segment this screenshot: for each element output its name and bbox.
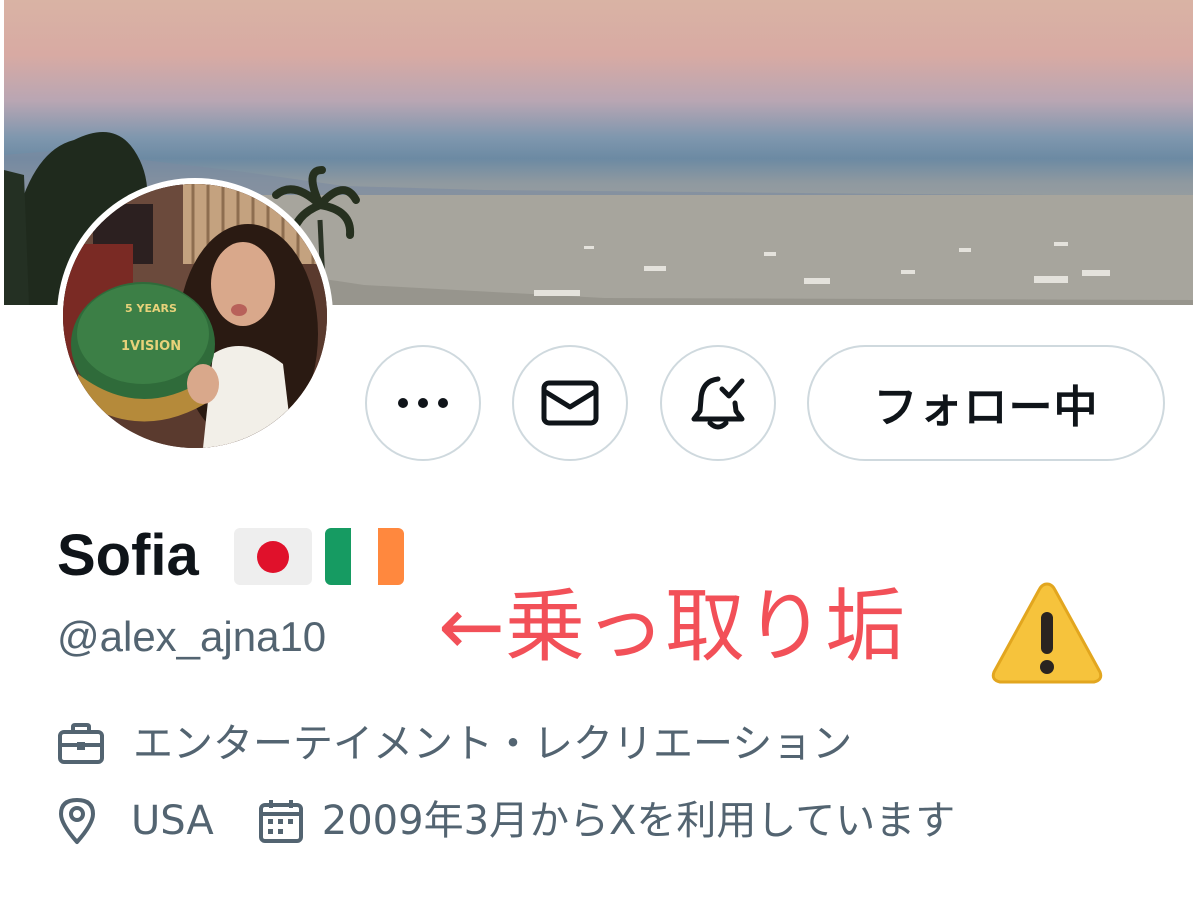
svg-text:1VISION: 1VISION <box>121 339 181 354</box>
calendar-icon <box>258 795 314 847</box>
profile-category-row: エンターテイメント・レクリエーション <box>57 718 852 770</box>
briefcase-icon <box>57 718 113 770</box>
location-pin-icon <box>57 795 113 847</box>
svg-text:5 YEARS: 5 YEARS <box>125 302 177 315</box>
bell-check-icon <box>691 376 745 430</box>
following-label: フォロー中 <box>873 382 1099 433</box>
joined-date-text: 2009年3月からXを利用しています <box>321 798 956 844</box>
notification-button[interactable] <box>660 345 776 461</box>
ireland-flag-icon <box>325 528 404 585</box>
profile-page: 5 YEARS 1VISION フォロー中 Sofia @alex_ajna10… <box>0 0 1193 898</box>
location-text: USA <box>131 798 214 844</box>
following-button[interactable]: フォロー中 <box>807 345 1165 461</box>
profile-info-row: USA 2009年3月からXを利用しています <box>57 795 955 847</box>
warning-icon <box>991 582 1103 684</box>
more-icon <box>398 398 448 408</box>
avatar-photo: 5 YEARS 1VISION <box>63 184 327 448</box>
profile-avatar[interactable]: 5 YEARS 1VISION <box>57 178 333 454</box>
username-handle: @alex_ajna10 <box>57 613 327 660</box>
category-text: エンターテイメント・レクリエーション <box>133 721 853 767</box>
more-button[interactable] <box>365 345 481 461</box>
japan-flag-icon <box>234 528 312 585</box>
message-button[interactable] <box>512 345 628 461</box>
annotation-text: ←乗っ取り垢 <box>438 580 906 673</box>
mail-icon <box>541 380 599 426</box>
display-name: Sofia <box>57 523 199 588</box>
